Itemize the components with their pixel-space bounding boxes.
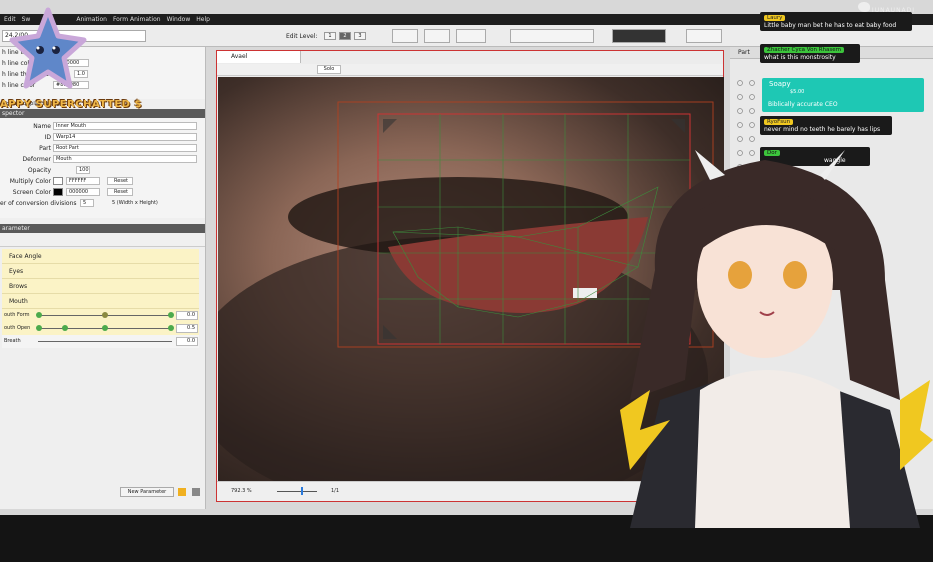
mouth-form-knob[interactable] [102, 312, 108, 318]
mouth-open-knob-max[interactable] [168, 325, 174, 331]
avatar-eye-left [728, 261, 752, 289]
solo-button[interactable]: Solo [317, 65, 341, 74]
inspector-multiply-row: Multiply Color FFFFFF Reset [0, 176, 205, 187]
avatar-eye-right [783, 261, 807, 289]
left-panel: h line th h line colo #000000 h line thic… [0, 47, 206, 509]
twitter-icon [858, 2, 870, 12]
zoom-value[interactable]: 792.3 % [231, 488, 252, 494]
avatar-lightning-right [900, 380, 933, 470]
parameter-list: Face Angle Eyes Brows Mouth outh Form 0.… [2, 249, 199, 348]
deformer-select[interactable]: Mouth [53, 155, 197, 163]
trash-icon[interactable] [192, 488, 200, 496]
zoom-slider[interactable] [277, 491, 317, 492]
avatar-horn-right [820, 150, 845, 180]
avatar-horn-left [695, 150, 725, 180]
inspector-deformer-row: Deformer Mouth [0, 154, 205, 165]
tool-select-group[interactable] [612, 29, 666, 43]
inspector: Name Inner Mouth ID Warp14 Part Root Part D… [0, 118, 205, 218]
star-mascot-logo [9, 7, 87, 89]
menu-help[interactable]: Help [196, 16, 210, 23]
superchat-banner: APPY SUPERCHATTED $ [0, 99, 142, 110]
chat-author: RyoFsun [764, 119, 794, 125]
avatar-outfit [695, 370, 850, 528]
inspector-name-row: Name Inner Mouth [0, 121, 205, 132]
parameter-toolbar[interactable] [0, 233, 205, 247]
tool-deform-button[interactable] [392, 29, 418, 43]
edit-level-label: Edit Level: [286, 33, 318, 40]
chat-text: what is this monstrosity [764, 54, 836, 61]
chat-message: Laury Little baby man bet he has to eat … [760, 12, 912, 31]
slider-breath: Breath 0.0 [2, 335, 199, 348]
mouth-open-value[interactable]: 0.5 [176, 324, 198, 333]
name-field[interactable]: Inner Mouth [53, 122, 197, 130]
inspector-header: spector [0, 109, 205, 118]
menu-window[interactable]: Window [167, 16, 191, 23]
zoom-slider-knob[interactable] [301, 487, 303, 495]
corner-handle-tl [383, 119, 397, 133]
parameter-header: arameter [0, 224, 205, 233]
inspector-screen-row: Screen Color 000000 Reset [0, 187, 205, 198]
edit-level-3[interactable]: 3 [354, 32, 366, 40]
superchat-amount: $5.00 [790, 89, 805, 95]
multiply-reset-button[interactable]: Reset [107, 177, 133, 185]
menu-form-animation[interactable]: Form Animation [113, 16, 161, 23]
screen-swatch[interactable] [53, 188, 63, 196]
slider-mouth-form: outh Form 0.0 [2, 309, 199, 322]
chat-message: RyoFsun never mind no teeth he barely ha… [760, 116, 892, 135]
chat-text: Little baby man bet he has to eat baby f… [764, 22, 897, 29]
chat-text: never mind no teeth he barely has lips [764, 126, 881, 133]
slider-mouth-open: outh Open 0.5 [2, 322, 199, 335]
new-parameter-button[interactable]: New Parameter [120, 487, 174, 497]
chat-text: Biblically accurate CEO [768, 101, 838, 108]
screen-reset-button[interactable]: Reset [107, 188, 133, 196]
mouth-form-knob-min[interactable] [36, 312, 42, 318]
param-brows[interactable]: Brows [2, 279, 199, 294]
mouth-open-knob-mid[interactable] [62, 325, 68, 331]
breath-track[interactable] [38, 341, 172, 342]
id-field[interactable]: Warp14 [53, 133, 197, 141]
multiply-swatch[interactable] [53, 177, 63, 185]
view-toolbar: Solo [217, 64, 723, 76]
param-mouth[interactable]: Mouth [2, 294, 199, 309]
inspector-divisions-row: er of conversion divisions 5 5 (Width x He… [0, 199, 158, 207]
param-face-angle[interactable]: Face Angle [2, 249, 199, 264]
divisions-label: 5 (Width x Height) [112, 200, 158, 206]
mouth-open-knob[interactable] [102, 325, 108, 331]
part-select[interactable]: Root Part [53, 144, 197, 152]
chat-message: Zhacher Cyca Von Rhasem what is this mon… [760, 44, 860, 63]
chat-author: Laury [764, 15, 786, 21]
multiply-color-field[interactable]: FFFFFF [66, 177, 100, 185]
param-eyes[interactable]: Eyes [2, 264, 199, 279]
view-tab[interactable]: Avael [217, 51, 301, 63]
breath-value[interactable]: 0.0 [176, 337, 198, 346]
inspector-part-row: Part Root Part [0, 143, 205, 154]
tool-rotation-button[interactable] [424, 29, 450, 43]
chat-author: Soapy [769, 80, 791, 88]
inspector-opacity-row: Opacity 100 [27, 166, 90, 174]
vtuber-avatar [620, 150, 933, 528]
edit-level-1[interactable]: 1 [324, 32, 336, 40]
tool-misc-group[interactable] [686, 29, 722, 43]
mouth-form-value[interactable]: 0.0 [176, 311, 198, 320]
mouth-open-knob-min[interactable] [36, 325, 42, 331]
mouth-form-knob-max[interactable] [168, 312, 174, 318]
superchat-message: Soapy $5.00 Biblically accurate CEO [762, 78, 924, 112]
corner-handle-tr [671, 119, 685, 133]
page-indicator: 1/1 [331, 488, 340, 494]
opacity-field[interactable]: 100 [76, 166, 90, 174]
chat-author: Zhacher Cyca Von Rhasem [764, 47, 844, 53]
inspector-id-row: ID Warp14 [0, 132, 205, 143]
tool-glue-button[interactable] [456, 29, 486, 43]
tool-mesh-group[interactable] [510, 29, 594, 43]
divisions-field[interactable]: 5 [80, 199, 94, 207]
edit-level-2[interactable]: 2 [339, 32, 351, 40]
screen-color-field[interactable]: 000000 [66, 188, 100, 196]
folder-icon[interactable] [178, 488, 186, 496]
